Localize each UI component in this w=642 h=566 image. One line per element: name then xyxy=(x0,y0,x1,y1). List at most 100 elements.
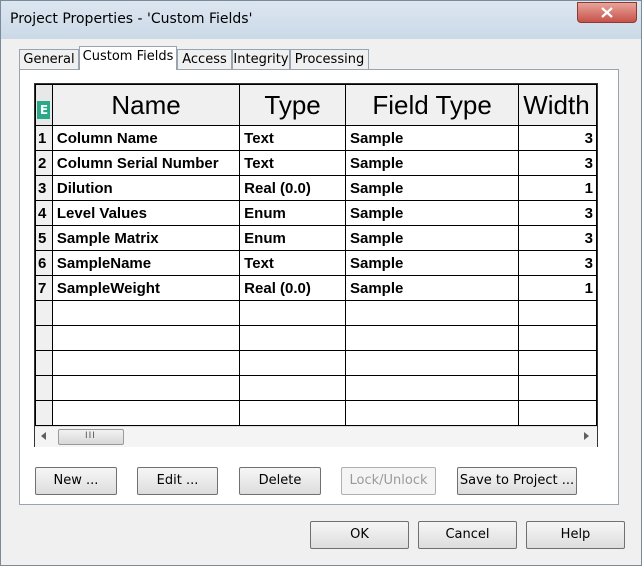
custom-fields-grid[interactable]: E Name Type Field Type Width 1 Column Na… xyxy=(34,83,598,447)
empty-cell[interactable] xyxy=(344,350,520,376)
cell-width[interactable]: 1 xyxy=(518,175,597,201)
tab-label: Custom Fields xyxy=(82,49,174,64)
column-header-name[interactable]: Name xyxy=(51,84,241,126)
empty-cell[interactable] xyxy=(518,325,597,351)
cell-name[interactable]: Level Values xyxy=(51,200,241,226)
cell-width[interactable]: 3 xyxy=(518,250,597,276)
empty-row[interactable] xyxy=(35,400,597,426)
table-row[interactable]: 7 SampleWeight Real (0.0) Sample 1 xyxy=(35,275,597,301)
tab-integrity[interactable]: Integrity xyxy=(232,49,290,69)
cell-name[interactable]: SampleName xyxy=(51,250,241,276)
grid-corner[interactable]: E xyxy=(35,84,53,126)
cell-type[interactable]: Real (0.0) xyxy=(239,275,346,301)
save-to-project-button[interactable]: Save to Project ... xyxy=(457,467,577,495)
empty-cell[interactable] xyxy=(518,400,597,426)
empty-cell[interactable] xyxy=(51,325,241,351)
row-number[interactable]: 2 xyxy=(35,150,53,176)
cell-width[interactable]: 1 xyxy=(518,275,597,301)
empty-cell[interactable] xyxy=(51,300,241,326)
scroll-left-icon[interactable] xyxy=(41,432,46,440)
cell-field-type[interactable]: Sample xyxy=(344,150,520,176)
column-header-width[interactable]: Width xyxy=(518,84,597,126)
empty-cell[interactable] xyxy=(239,300,346,326)
empty-row[interactable] xyxy=(35,350,597,376)
cell-type[interactable]: Text xyxy=(239,250,346,276)
tab-access[interactable]: Access xyxy=(177,49,232,69)
row-number[interactable]: 7 xyxy=(35,275,53,301)
grip-icon: III xyxy=(85,431,96,441)
cell-field-type[interactable]: Sample xyxy=(344,200,520,226)
cell-name[interactable]: SampleWeight xyxy=(51,275,241,301)
row-number[interactable] xyxy=(35,300,53,326)
lock-unlock-button[interactable]: Lock/Unlock xyxy=(341,467,436,495)
cell-width[interactable]: 3 xyxy=(518,200,597,226)
row-number[interactable]: 3 xyxy=(35,175,53,201)
row-number[interactable] xyxy=(35,325,53,351)
table-row[interactable]: 2 Column Serial Number Text Sample 3 xyxy=(35,150,597,176)
edit-button[interactable]: Edit ... xyxy=(137,467,218,495)
column-header-field-type[interactable]: Field Type xyxy=(344,84,520,126)
help-button[interactable]: Help xyxy=(526,521,625,549)
cell-type[interactable]: Enum xyxy=(239,200,346,226)
table-row[interactable]: 5 Sample Matrix Enum Sample 3 xyxy=(35,225,597,251)
new-button[interactable]: New ... xyxy=(35,467,117,495)
empty-cell[interactable] xyxy=(239,375,346,401)
empty-cell[interactable] xyxy=(344,325,520,351)
cell-width[interactable]: 3 xyxy=(518,125,597,151)
row-number[interactable]: 1 xyxy=(35,125,53,151)
empty-cell[interactable] xyxy=(51,400,241,426)
row-number[interactable] xyxy=(35,350,53,376)
empty-cell[interactable] xyxy=(518,375,597,401)
cell-field-type[interactable]: Sample xyxy=(344,250,520,276)
cell-type[interactable]: Text xyxy=(239,150,346,176)
tab-processing[interactable]: Processing xyxy=(290,49,369,69)
empty-cell[interactable] xyxy=(239,325,346,351)
cell-name[interactable]: Column Name xyxy=(51,125,241,151)
table-row[interactable]: 6 SampleName Text Sample 3 xyxy=(35,250,597,276)
empty-cell[interactable] xyxy=(344,300,520,326)
row-number[interactable] xyxy=(35,400,53,426)
row-number[interactable]: 6 xyxy=(35,250,53,276)
row-number[interactable] xyxy=(35,375,53,401)
empty-cell[interactable] xyxy=(239,350,346,376)
row-number[interactable]: 5 xyxy=(35,225,53,251)
cell-type[interactable]: Real (0.0) xyxy=(239,175,346,201)
cell-field-type[interactable]: Sample xyxy=(344,125,520,151)
scroll-right-icon[interactable] xyxy=(584,432,589,440)
close-button[interactable] xyxy=(577,2,637,23)
empty-row[interactable] xyxy=(35,300,597,326)
horizontal-scrollbar[interactable]: III xyxy=(35,426,597,447)
ok-button[interactable]: OK xyxy=(310,521,409,549)
tab-label: General xyxy=(23,52,75,67)
cell-name[interactable]: Sample Matrix xyxy=(51,225,241,251)
delete-button[interactable]: Delete xyxy=(239,467,321,495)
title-bar[interactable]: Project Properties - 'Custom Fields' xyxy=(1,1,641,39)
cell-field-type[interactable]: Sample xyxy=(344,175,520,201)
empty-row[interactable] xyxy=(35,375,597,401)
cell-name[interactable]: Dilution xyxy=(51,175,241,201)
cell-width[interactable]: 3 xyxy=(518,150,597,176)
cell-name[interactable]: Column Serial Number xyxy=(51,150,241,176)
cell-field-type[interactable]: Sample xyxy=(344,275,520,301)
empty-cell[interactable] xyxy=(344,400,520,426)
empty-cell[interactable] xyxy=(51,375,241,401)
column-header-type[interactable]: Type xyxy=(239,84,346,126)
tab-custom-fields[interactable]: Custom Fields xyxy=(79,46,177,70)
cell-field-type[interactable]: Sample xyxy=(344,225,520,251)
cancel-button[interactable]: Cancel xyxy=(418,521,517,549)
tab-general[interactable]: General xyxy=(19,49,79,69)
empty-cell[interactable] xyxy=(518,300,597,326)
row-number[interactable]: 4 xyxy=(35,200,53,226)
table-row[interactable]: 1 Column Name Text Sample 3 xyxy=(35,125,597,151)
cell-type[interactable]: Text xyxy=(239,125,346,151)
table-row[interactable]: 4 Level Values Enum Sample 3 xyxy=(35,200,597,226)
empty-cell[interactable] xyxy=(518,350,597,376)
table-row[interactable]: 3 Dilution Real (0.0) Sample 1 xyxy=(35,175,597,201)
empty-row[interactable] xyxy=(35,325,597,351)
empty-cell[interactable] xyxy=(344,375,520,401)
cell-type[interactable]: Enum xyxy=(239,225,346,251)
empty-cell[interactable] xyxy=(51,350,241,376)
cell-width[interactable]: 3 xyxy=(518,225,597,251)
empty-cell[interactable] xyxy=(239,400,346,426)
scroll-thumb[interactable]: III xyxy=(58,429,124,445)
